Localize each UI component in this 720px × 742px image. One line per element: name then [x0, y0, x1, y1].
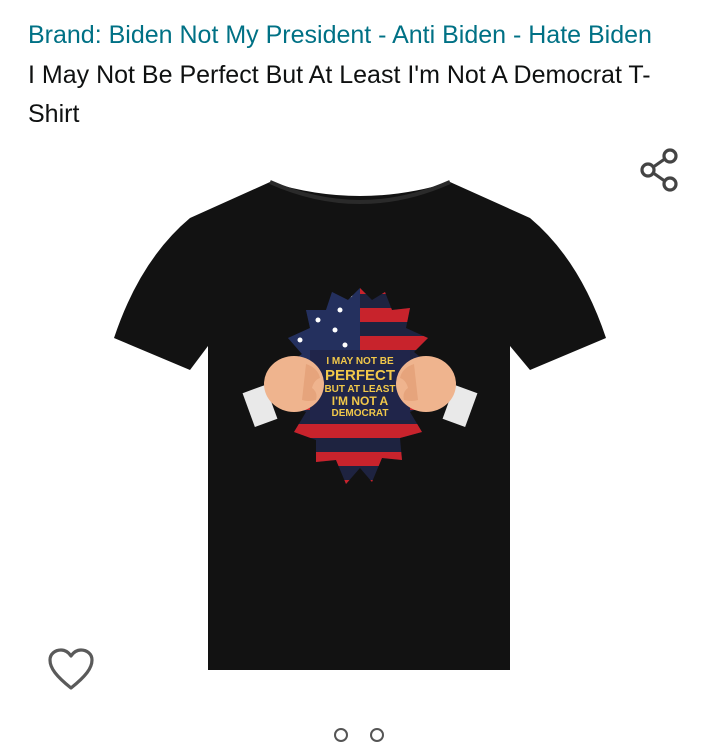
tshirt-image: I MAY NOT BE PERFECT BUT AT LEAST I'M NO…: [114, 180, 606, 670]
product-image[interactable]: I MAY NOT BE PERFECT BUT AT LEAST I'M NO…: [110, 170, 610, 675]
shirt-print-line: I MAY NOT BE: [326, 356, 394, 367]
shirt-print-line: DEMOCRAT: [331, 408, 388, 419]
brand-link[interactable]: Brand: Biden Not My President - Anti Bid…: [28, 18, 652, 52]
shirt-print-line: I'M NOT A: [332, 394, 389, 408]
carousel-dots: [330, 726, 400, 742]
wishlist-button[interactable]: [46, 646, 96, 694]
heart-outline-icon: [48, 648, 94, 690]
carousel-dot[interactable]: [334, 728, 348, 742]
shirt-print-line: PERFECT: [325, 367, 395, 384]
share-button[interactable]: [636, 146, 684, 194]
carousel-dot[interactable]: [370, 728, 384, 742]
share-icon: [640, 148, 678, 192]
product-title: I May Not Be Perfect But At Least I'm No…: [28, 61, 651, 128]
